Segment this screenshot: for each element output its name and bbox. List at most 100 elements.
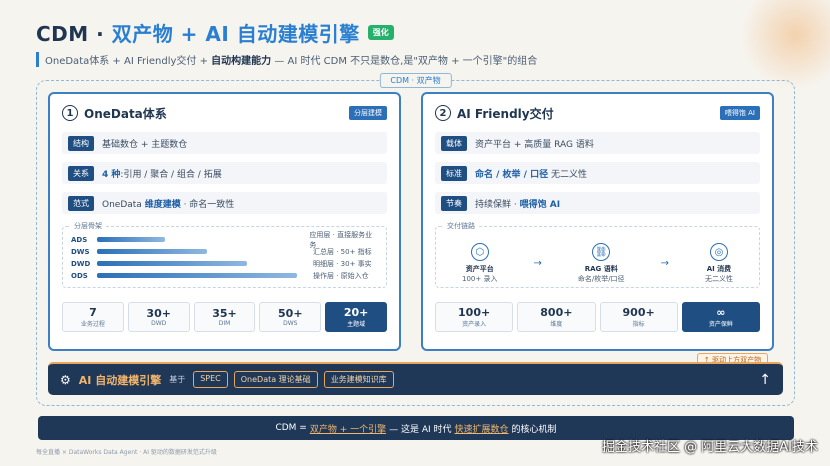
row-text-post: · 命名一致性 [180,199,235,210]
engine-title: AI 自动建模引擎 [78,373,162,387]
row-text: 持续保鲜 · 喂得饱 AI [475,197,560,210]
subtitle-pre: OneData体系 + AI Friendly交付 + [45,56,212,67]
ai-friendly-panel: 2 AI Friendly交付 喂得饱 AI 载体 资产平台 + 高质量 RAG … [421,92,774,351]
stat-card: 7 业务过程 [62,302,124,332]
status-badge: 强化 [367,25,394,40]
info-row: 关系 4 种:引用 / 聚合 / 组合 / 拓展 [62,162,387,184]
stat-value: 7 [89,306,97,319]
delivery-chain-title: 交付链路 [444,221,478,231]
title-accent: 双产物 + AI 自动建模引擎 [111,22,360,46]
layer-bar [96,237,166,242]
layer-desc: 汇总层 · 50+ 指标 [313,247,372,256]
stat-card: 35+ DIM [193,302,256,332]
decorative-glow [740,0,830,90]
row-text-post: 无二义性 [548,169,587,180]
info-row: 结构 基础数仓 + 主题数仓 [62,132,387,154]
stat-card: 30+ DWD [127,302,190,332]
stat-value: 20+ [343,306,369,319]
panel-title: 1 OneData体系 [62,105,167,122]
flow-node-sub: 100+ 录入 [462,275,498,283]
row-text: 命名 / 枚举 / 口径 无二义性 [475,167,587,180]
layer-row: ADS 应用层 · 直接服务业务 [71,231,378,249]
engine-pill: OneData 理论基础 [233,371,318,388]
flow-node-sub: 命名/枚举/口径 [577,275,625,283]
page-title: CDM · 双产物 + AI 自动建模引擎 [36,18,360,47]
number-icon: 1 [62,105,78,121]
layer-row: DWD 明细层 · 30+ 事实 [71,258,378,269]
layer-bar [97,261,247,266]
layer-bar-track [97,249,297,254]
row-text-highlight: 4 种 [102,169,121,180]
panel-title-text: OneData体系 [84,106,167,121]
stat-value: 800+ [540,306,573,319]
stat-value: 50+ [278,307,303,320]
row-text-post: :引用 / 聚合 / 组合 / 拓展 [120,169,222,180]
stat-label: 业务过程 [80,321,105,328]
row-text: 资产平台 + 高质量 RAG 语料 [475,137,594,150]
right-stats: 100+ 资产录入 800+ 维度 900+ 指标 ∞ 资产保鲜 [435,302,760,332]
row-label: 节奏 [441,195,467,211]
row-text: 基础数仓 + 主题数仓 [102,137,187,150]
left-stats: 7 业务过程 30+ DWD 35+ DIM 50+ DWS 20+ 主题域 [62,302,387,332]
layer-bar-track [97,261,297,266]
stat-value: 900+ [622,306,655,319]
info-row: 标准 命名 / 枚举 / 口径 无二义性 [435,162,760,184]
stat-value: ∞ [716,306,726,319]
row-label: 载体 [441,135,467,151]
row-text-highlight: 维度建模 [144,199,181,210]
layer-row: DWS 汇总层 · 50+ 指标 [71,246,378,257]
stat-card: 100+ 资产录入 [435,302,514,332]
engine-bar: ⚙ AI 自动建模引擎 基于 SPEC OneData 理论基础 业务建模知识库 ↑ [48,362,783,395]
engine-base-label: 基于 [169,375,186,384]
page-subtitle: OneData体系 + AI Friendly交付 + 自动构建能力 — AI … [36,52,537,67]
layer-row: ODS 操作层 · 原始入仓 [71,270,378,281]
title-main: CDM · [36,22,112,46]
row-text-plain: 持续保鲜 · [475,199,520,210]
flow-node-sub: 无二义性 [704,275,733,283]
panel-tag: 喂得饱 AI [719,106,760,120]
layer-code: DWD [71,259,91,268]
stat-label: 指标 [632,321,645,328]
layer-skeleton: 分层骨架 ADS 应用层 · 直接服务业务 DWS 汇总层 · 50+ 指标 DWD 明细… [62,221,387,288]
formula-pre: CDM = [275,423,307,433]
arrow-right-icon: → [533,258,542,269]
flow-node-name: 资产平台 [465,265,494,273]
row-label: 范式 [68,195,94,211]
layer-code: ODS [71,271,88,280]
stat-label: 主题域 [347,321,366,328]
formula-a: 双产物 + 一个引擎 [309,424,387,435]
row-text-highlight: 喂得饱 AI [519,199,561,210]
frame-tag: CDM · 双产物 [379,73,452,88]
formula-post: 的核心机制 [511,424,557,435]
stat-card: 800+ 维度 [517,302,596,332]
layer-desc: 明细层 · 30+ 事实 [313,259,372,268]
layer-bar [97,273,297,278]
stat-label: 资产保鲜 [708,321,733,328]
engine-pill: SPEC [193,371,228,388]
row-text-plain: 基础数仓 + 主题数仓 [102,139,188,150]
layer-bar [97,249,207,254]
row-text-plain: 资产平台 + 高质量 RAG 语料 [475,139,594,150]
arrow-right-icon: → [660,258,669,269]
layer-code: ADS [71,235,88,244]
flow-node: ⛓ RAG 语料 命名/枚举/口径 [578,243,625,284]
flow-node-icon: ◎ [709,243,728,261]
gear-icon: ⚙ [60,372,71,387]
row-text: 4 种:引用 / 聚合 / 组合 / 拓展 [102,167,222,180]
stat-value: 100+ [458,306,491,319]
watermark: 掘金技术社区 @ 阿里云大数据AI技术 [602,440,818,455]
stat-label: DWD [151,320,167,327]
subtitle-bold: 自动构建能力 [211,56,272,67]
stat-card: ∞ 资产保鲜 [681,302,760,332]
stat-label: DIM [218,320,231,327]
layer-bar-track [96,237,294,242]
delivery-chain: 交付链路 ⬡ 资产平台 100+ 录入 → ⛓ RAG 语料 命名/枚举/口径 → ◎ AI 消费… [435,221,760,288]
number-icon: 2 [435,105,451,121]
footer: 每全直播 × DataWorks Data Agent · AI 驱动的数据研发… [36,449,217,456]
row-label: 结构 [68,135,94,151]
stat-label: 维度 [550,321,563,328]
row-label: 标准 [441,165,467,181]
flow-node-icon: ⛓ [592,243,611,261]
info-row: 载体 资产平台 + 高质量 RAG 语料 [435,132,760,154]
engine-pill: 业务建模知识库 [323,371,394,388]
